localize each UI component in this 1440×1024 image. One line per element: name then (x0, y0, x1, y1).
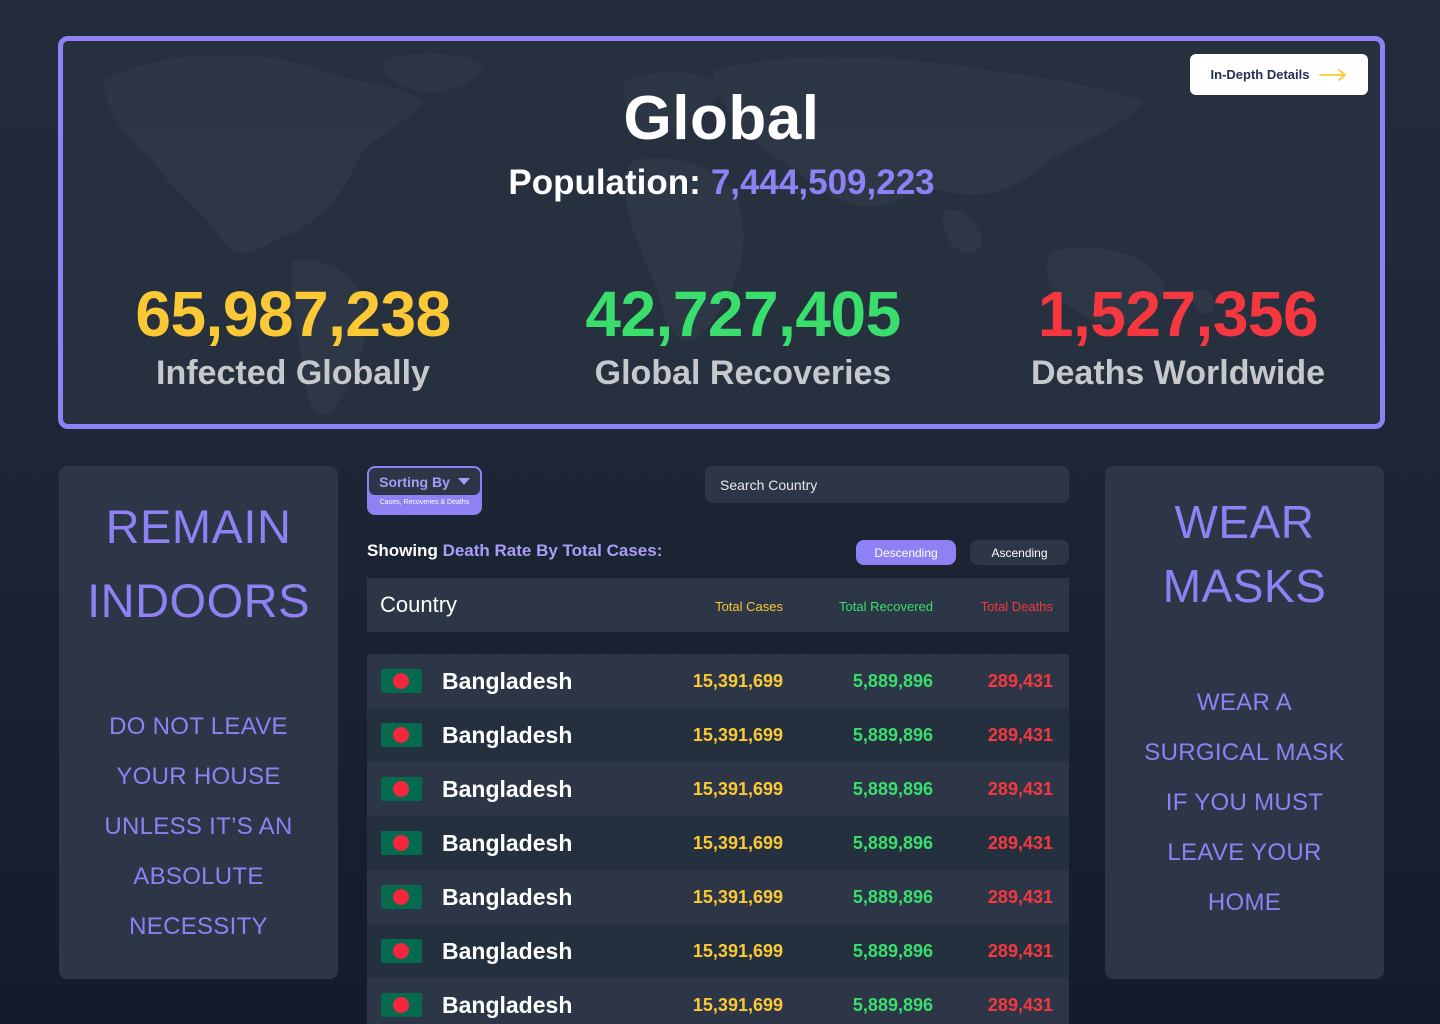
total-cases-value: 15,391,699 (692, 779, 783, 799)
total-deaths-value: 289,431 (987, 779, 1053, 799)
bangladesh-flag-icon (381, 831, 422, 855)
page-title: Global (623, 84, 820, 153)
population-line: Population: 7,444,509,223 (63, 163, 1380, 203)
remain-indoors-heading: REMAIN INDOORS (59, 490, 338, 638)
population-value: 7,444,509,223 (710, 163, 935, 202)
total-deaths-value: 289,431 (987, 833, 1053, 853)
table-row[interactable]: Bangladesh 15,391,699 5,889,896 289,431 (367, 762, 1069, 816)
table-row[interactable]: Bangladesh 15,391,699 5,889,896 289,431 (367, 654, 1069, 708)
total-recovered-value: 5,889,896 (852, 833, 933, 853)
wear-masks-card: WEAR MASKS WEAR A SURGICAL MASK IF YOU M… (1105, 466, 1384, 979)
country-table-body: Bangladesh 15,391,699 5,889,896 289,431 … (367, 654, 1069, 1024)
table-row[interactable]: Bangladesh 15,391,699 5,889,896 289,431 (367, 870, 1069, 924)
stat-deaths: 1,527,356 Deaths Worldwide (998, 277, 1358, 395)
sorting-by-dropdown[interactable]: Sorting By Cases, Recoveries & Deaths (367, 466, 482, 515)
arrow-right-icon (1319, 68, 1347, 81)
country-name: Bangladesh (442, 884, 573, 910)
deaths-label: Deaths Worldwide (1030, 354, 1326, 392)
heading-line: WEAR (1174, 496, 1315, 548)
total-cases-value: 15,391,699 (692, 671, 783, 691)
heading-line: MASKS (1162, 560, 1327, 612)
descending-button[interactable]: Descending (856, 540, 956, 565)
message-line: ABSOLUTE (133, 863, 264, 890)
message-line: DO NOT LEAVE (109, 713, 288, 740)
search-country-input[interactable] (705, 466, 1069, 503)
bangladesh-flag-icon (381, 669, 422, 693)
table-row[interactable]: Bangladesh 15,391,699 5,889,896 289,431 (367, 924, 1069, 978)
heading-line: REMAIN (105, 500, 292, 553)
total-cases-value: 15,391,699 (692, 887, 783, 907)
bangladesh-flag-icon (381, 939, 422, 963)
total-cases-value: 15,391,699 (692, 833, 783, 853)
bangladesh-flag-icon (381, 885, 422, 909)
total-recovered-value: 5,889,896 (852, 887, 933, 907)
ascending-button[interactable]: Ascending (970, 540, 1069, 565)
sorting-by-label: Sorting By (379, 473, 450, 490)
total-cases-value: 15,391,699 (692, 995, 783, 1015)
recovered-count: 42,727,405 (585, 278, 901, 350)
table-row[interactable]: Bangladesh 15,391,699 5,889,896 289,431 (367, 816, 1069, 870)
table-header: Country Total Cases Total Recovered Tota… (367, 578, 1069, 632)
country-name: Bangladesh (442, 776, 573, 802)
global-summary-panel: Global Population: 7,444,509,223 In-Depth… (58, 36, 1385, 429)
total-recovered-value: 5,889,896 (852, 725, 933, 745)
stat-infected: 65,987,238 Infected Globally (93, 277, 493, 395)
message-line: IF YOU MUST (1165, 789, 1324, 816)
message-line: SURGICAL MASK (1144, 739, 1345, 766)
population-label: Population: (508, 163, 701, 202)
total-deaths-value: 289,431 (987, 995, 1053, 1015)
sorting-by-subtitle: Cases, Recoveries & Deaths (379, 499, 470, 506)
stat-recovered: 42,727,405 Global Recoveries (543, 277, 943, 395)
column-header-total-cases[interactable]: Total Cases (715, 599, 783, 614)
sorting-by-header: Sorting By (369, 468, 480, 495)
total-deaths-value: 289,431 (987, 887, 1053, 907)
country-name: Bangladesh (442, 668, 573, 694)
showing-prefix: Showing (367, 541, 438, 560)
total-recovered-value: 5,889,896 (852, 941, 933, 961)
recovered-label: Global Recoveries (594, 354, 892, 392)
bangladesh-flag-icon (381, 993, 422, 1017)
showing-metric: Death Rate By Total Cases: (442, 541, 663, 560)
message-line: HOME (1207, 889, 1282, 916)
table-row[interactable]: Bangladesh 15,391,699 5,889,896 289,431 (367, 978, 1069, 1024)
message-line: LEAVE YOUR (1167, 839, 1322, 866)
country-name: Bangladesh (442, 992, 573, 1018)
total-deaths-value: 289,431 (987, 725, 1053, 745)
total-recovered-value: 5,889,896 (852, 779, 933, 799)
showing-description: Showing Death Rate By Total Cases: (367, 541, 662, 561)
remain-indoors-card: REMAIN INDOORS DO NOT LEAVE YOUR HOUSE U… (59, 466, 338, 979)
wear-masks-heading: WEAR MASKS (1105, 490, 1384, 618)
caret-down-icon (457, 478, 470, 485)
total-cases-value: 15,391,699 (692, 725, 783, 745)
bangladesh-flag-icon (381, 723, 422, 747)
heading-line: INDOORS (87, 574, 310, 627)
total-recovered-value: 5,889,896 (852, 671, 933, 691)
in-depth-details-button[interactable]: In-Depth Details (1190, 54, 1368, 95)
message-line: UNLESS IT’S AN (104, 813, 293, 840)
infected-count: 65,987,238 (135, 278, 451, 350)
deaths-count: 1,527,356 (1037, 278, 1319, 350)
remain-indoors-message: DO NOT LEAVE YOUR HOUSE UNLESS IT’S AN A… (59, 702, 338, 952)
column-header-country[interactable]: Country (380, 592, 457, 618)
message-line: YOUR HOUSE (116, 763, 281, 790)
message-line: NECESSITY (129, 913, 268, 940)
infected-label: Infected Globally (156, 354, 430, 392)
total-recovered-value: 5,889,896 (852, 995, 933, 1015)
table-row[interactable]: Bangladesh 15,391,699 5,889,896 289,431 (367, 708, 1069, 762)
in-depth-details-label: In-Depth Details (1210, 67, 1310, 82)
column-header-total-recovered[interactable]: Total Recovered (839, 599, 933, 614)
country-name: Bangladesh (442, 830, 573, 856)
total-deaths-value: 289,431 (987, 941, 1053, 961)
message-line: WEAR A (1196, 689, 1293, 716)
wear-masks-message: WEAR A SURGICAL MASK IF YOU MUST LEAVE Y… (1105, 678, 1384, 928)
column-header-total-deaths[interactable]: Total Deaths (981, 599, 1053, 614)
country-name: Bangladesh (442, 938, 573, 964)
total-cases-value: 15,391,699 (692, 941, 783, 961)
bangladesh-flag-icon (381, 777, 422, 801)
total-deaths-value: 289,431 (987, 671, 1053, 691)
country-name: Bangladesh (442, 722, 573, 748)
